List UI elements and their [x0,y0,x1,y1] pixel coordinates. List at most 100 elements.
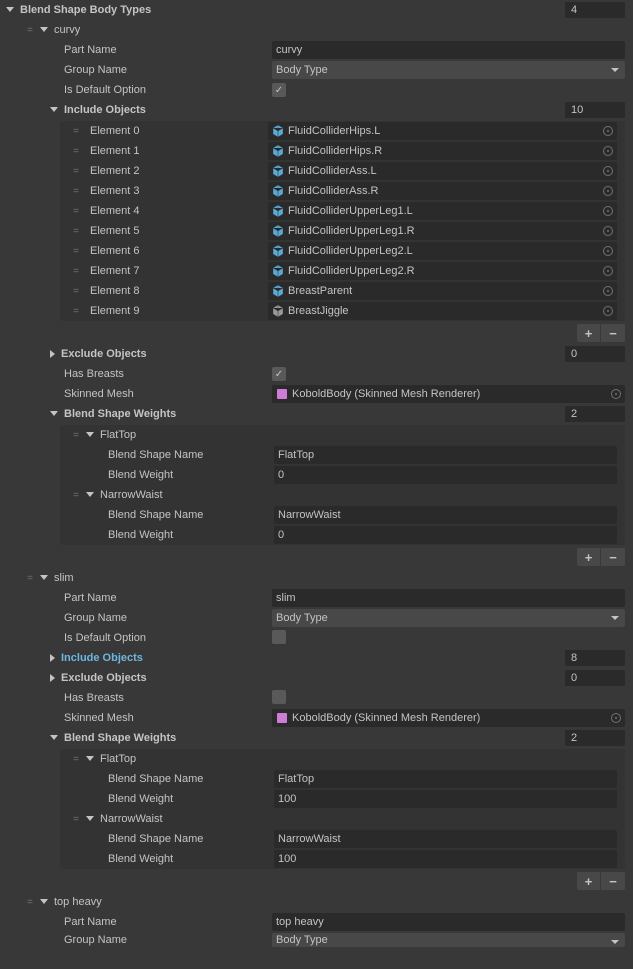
has-breasts-checkbox[interactable] [272,690,286,704]
drag-handle-icon[interactable]: = [66,814,86,825]
foldout-icon[interactable] [50,674,55,682]
weight-header[interactable]: NarrowWaist [98,813,163,825]
item-header[interactable]: top heavy [52,896,102,908]
object-picker-icon[interactable] [603,286,613,296]
weight-header[interactable]: FlatTop [98,753,136,765]
add-button[interactable]: + [577,872,601,890]
weight-header[interactable]: FlatTop [98,429,136,441]
drag-handle-icon[interactable]: = [20,573,40,584]
foldout-icon[interactable] [50,654,55,662]
object-field[interactable]: FluidColliderAss.L [268,162,617,180]
drag-handle-icon[interactable]: = [66,430,86,441]
weights-label[interactable]: Blend Shape Weights [62,408,176,420]
object-field[interactable]: FluidColliderUpperLeg2.L [268,242,617,260]
drag-handle-icon[interactable]: = [66,266,86,277]
bs-name-input[interactable]: NarrowWaist [274,506,617,524]
bs-name-input[interactable]: FlatTop [274,446,617,464]
drag-handle-icon[interactable]: = [66,286,86,297]
weights-count[interactable]: 2 [565,730,625,746]
remove-button[interactable]: − [601,548,625,566]
bs-weight-input[interactable]: 0 [274,526,617,544]
bs-name-input[interactable]: NarrowWaist [274,830,617,848]
object-picker-icon[interactable] [603,166,613,176]
foldout-icon[interactable] [86,492,94,497]
object-picker-icon[interactable] [603,246,613,256]
group-name-dropdown[interactable]: Body Type [272,933,625,947]
foldout-icon[interactable] [40,27,48,32]
object-picker-icon[interactable] [603,266,613,276]
group-name-dropdown[interactable]: Body Type [272,609,625,627]
object-picker-icon[interactable] [603,126,613,136]
object-field[interactable]: FluidColliderUpperLeg1.R [268,222,617,240]
has-breasts-checkbox[interactable]: ✓ [272,367,286,381]
foldout-icon[interactable] [86,816,94,821]
foldout-icon[interactable] [86,432,94,437]
foldout-icon[interactable] [50,735,58,740]
object-picker-icon[interactable] [611,713,621,723]
exclude-objects-label[interactable]: Exclude Objects [59,672,147,684]
drag-handle-icon[interactable]: = [66,166,86,177]
object-field[interactable]: FluidColliderUpperLeg2.R [268,262,617,280]
bs-weight-input[interactable]: 100 [274,850,617,868]
drag-handle-icon[interactable]: = [66,186,86,197]
drag-handle-icon[interactable]: = [66,226,86,237]
bs-name-input[interactable]: FlatTop [274,770,617,788]
include-objects-label[interactable]: Include Objects [59,652,143,664]
header-title: Blend Shape Body Types [18,4,151,16]
object-field[interactable]: FluidColliderAss.R [268,182,617,200]
object-field[interactable]: BreastParent [268,282,617,300]
drag-handle-icon[interactable]: = [66,754,86,765]
object-field[interactable]: BreastJiggle [268,302,617,320]
part-name-input[interactable]: curvy [272,41,625,59]
bs-weight-input[interactable]: 100 [274,790,617,808]
object-picker-icon[interactable] [603,226,613,236]
add-button[interactable]: + [577,548,601,566]
skinned-mesh-field[interactable]: KoboldBody (Skinned Mesh Renderer) [272,709,625,727]
weight-header[interactable]: NarrowWaist [98,489,163,501]
weights-label[interactable]: Blend Shape Weights [62,732,176,744]
drag-handle-icon[interactable]: = [66,306,86,317]
object-picker-icon[interactable] [603,146,613,156]
include-count[interactable]: 8 [565,650,625,666]
weights-count[interactable]: 2 [565,406,625,422]
foldout-icon[interactable] [86,756,94,761]
skinned-mesh-field[interactable]: KoboldBody (Skinned Mesh Renderer) [272,385,625,403]
foldout-icon[interactable] [50,107,58,112]
add-button[interactable]: + [577,324,601,342]
drag-handle-icon[interactable]: = [66,146,86,157]
drag-handle-icon[interactable]: = [66,126,86,137]
include-objects-label[interactable]: Include Objects [62,104,146,116]
object-field[interactable]: FluidColliderHips.R [268,142,617,160]
item-header[interactable]: slim [52,572,74,584]
object-field[interactable]: FluidColliderHips.L [268,122,617,140]
part-name-input[interactable]: slim [272,589,625,607]
remove-button[interactable]: − [601,324,625,342]
header-count[interactable]: 4 [565,2,625,18]
drag-handle-icon[interactable]: = [20,897,40,908]
drag-handle-icon[interactable]: = [20,25,40,36]
drag-handle-icon[interactable]: = [66,246,86,257]
object-picker-icon[interactable] [603,186,613,196]
is-default-checkbox[interactable] [272,630,286,644]
foldout-icon[interactable] [40,575,48,580]
bs-weight-input[interactable]: 0 [274,466,617,484]
is-default-checkbox[interactable]: ✓ [272,83,286,97]
exclude-objects-label[interactable]: Exclude Objects [59,348,147,360]
exclude-count[interactable]: 0 [565,670,625,686]
foldout-icon[interactable] [40,899,48,904]
foldout-icon[interactable] [6,7,14,12]
object-picker-icon[interactable] [611,389,621,399]
group-name-dropdown[interactable]: Body Type [272,61,625,79]
part-name-input[interactable]: top heavy [272,913,625,931]
exclude-count[interactable]: 0 [565,346,625,362]
object-picker-icon[interactable] [603,206,613,216]
drag-handle-icon[interactable]: = [66,490,86,501]
include-count[interactable]: 10 [565,102,625,118]
item-header[interactable]: curvy [52,24,80,36]
object-picker-icon[interactable] [603,306,613,316]
drag-handle-icon[interactable]: = [66,206,86,217]
foldout-icon[interactable] [50,411,58,416]
foldout-icon[interactable] [50,350,55,358]
remove-button[interactable]: − [601,872,625,890]
object-field[interactable]: FluidColliderUpperLeg1.L [268,202,617,220]
